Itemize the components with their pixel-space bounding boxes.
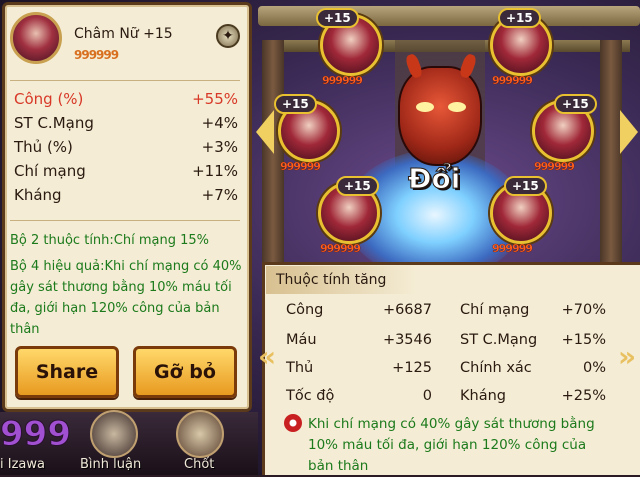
stat-label: Chí mạng — [14, 162, 86, 180]
comment-label[interactable]: Bình luận — [80, 457, 141, 472]
attr-label: Kháng — [460, 388, 506, 404]
stat-row-crit: Chí mạng +11% — [14, 162, 238, 186]
divider — [10, 220, 240, 221]
attr-value: 0 — [422, 388, 432, 404]
stat-value: +11% — [192, 162, 238, 180]
stat-label: ST C.Mạng — [14, 114, 94, 132]
attribute-bonus-text: Khi chí mạng có 40% gây sát thương bằng … — [308, 416, 595, 474]
attr-value: +15% — [561, 332, 606, 348]
soul-level: +15 — [274, 94, 317, 114]
lock-label[interactable]: Chốt — [184, 457, 214, 472]
star-count: 999 — [0, 414, 71, 455]
soul-slot-1[interactable]: +15 999999 — [316, 8, 382, 92]
attr-value: +3546 — [382, 332, 432, 348]
prev-arrow-icon[interactable]: « — [258, 340, 276, 373]
hero-stars: 999999 — [74, 48, 119, 62]
attribute-panel-title: Thuộc tính tăng — [266, 266, 416, 294]
attr-label: Thủ — [286, 360, 314, 376]
avatar[interactable] — [10, 12, 62, 64]
stat-row-defense: Thủ (%) +3% — [14, 138, 238, 162]
left-arrow-icon[interactable] — [256, 110, 274, 154]
stat-value: +7% — [201, 186, 238, 204]
oni-mask-icon[interactable] — [398, 52, 482, 166]
set-bonus-4: Bộ 4 hiệu quả:Khi chí mạng có 40% gây sá… — [10, 259, 242, 337]
soul-slot-4[interactable]: +15 999999 — [490, 176, 552, 260]
soul-level: +15 — [498, 8, 541, 28]
attr-label: Chí mạng — [460, 302, 530, 318]
remove-button[interactable]: Gỡ bỏ — [133, 346, 237, 398]
attr-label: Chính xác — [460, 360, 532, 376]
soul-level: +15 — [316, 8, 359, 28]
soul-slot-6[interactable]: +15 999999 — [274, 94, 340, 178]
soul-stars: 999999 — [322, 74, 363, 87]
attr-label: Máu — [286, 332, 317, 348]
comment-brush-icon[interactable] — [90, 410, 138, 458]
soul-level: +15 — [336, 176, 379, 196]
stat-label: Công (%) — [14, 90, 84, 108]
stat-value: +55% — [192, 90, 238, 108]
tomoe-icon — [284, 414, 302, 432]
izawa-label[interactable]: i Izawa — [0, 457, 45, 472]
stat-row-crit-dmg: ST C.Mạng +4% — [14, 114, 238, 138]
divider — [10, 80, 240, 81]
lock-bag-icon[interactable] — [176, 410, 224, 458]
stat-value: +4% — [201, 114, 238, 132]
soul-level: +15 — [554, 94, 597, 114]
attr-value: +125 — [392, 360, 432, 376]
share-button[interactable]: Share — [15, 346, 119, 398]
soul-slot-2[interactable]: +15 999999 — [490, 8, 552, 92]
hero-name: Châm Nữ +15 — [74, 26, 173, 42]
soul-stars: 999999 — [492, 74, 533, 87]
mask-eye-left — [416, 102, 434, 112]
attr-value: +70% — [561, 302, 606, 318]
stat-label: Thủ (%) — [14, 138, 73, 156]
attr-value: +6687 — [382, 302, 432, 318]
soul-slot-3[interactable]: +15 999999 — [532, 94, 597, 178]
attr-label: ST C.Mạng — [460, 332, 538, 348]
attr-label: Công — [286, 302, 324, 318]
attr-label: Tốc độ — [286, 388, 335, 404]
set-bonus-2: Bộ 2 thuộc tính:Chí mạng 15% — [10, 233, 209, 248]
soul-slot-5[interactable]: +15 999999 — [318, 176, 380, 260]
stat-row-resist: Kháng +7% — [14, 186, 238, 210]
mask-eye-right — [448, 102, 466, 112]
settings-gear-icon[interactable]: ✦ — [216, 24, 240, 48]
soul-stars: 999999 — [320, 242, 361, 255]
right-arrow-icon[interactable] — [620, 110, 638, 154]
stat-row-attack: Công (%) +55% — [14, 90, 238, 114]
torii-right-pillar — [600, 40, 622, 300]
soul-stars: 999999 — [534, 160, 575, 173]
soul-level: +15 — [504, 176, 547, 196]
next-arrow-icon[interactable]: » — [618, 340, 636, 373]
stat-value: +3% — [201, 138, 238, 156]
change-button[interactable]: Đổi — [407, 162, 460, 196]
stat-label: Kháng — [14, 186, 62, 204]
soul-stars: 999999 — [280, 160, 321, 173]
attr-value: 0% — [582, 360, 606, 376]
soul-stars: 999999 — [492, 242, 533, 255]
attr-value: +25% — [561, 388, 606, 404]
